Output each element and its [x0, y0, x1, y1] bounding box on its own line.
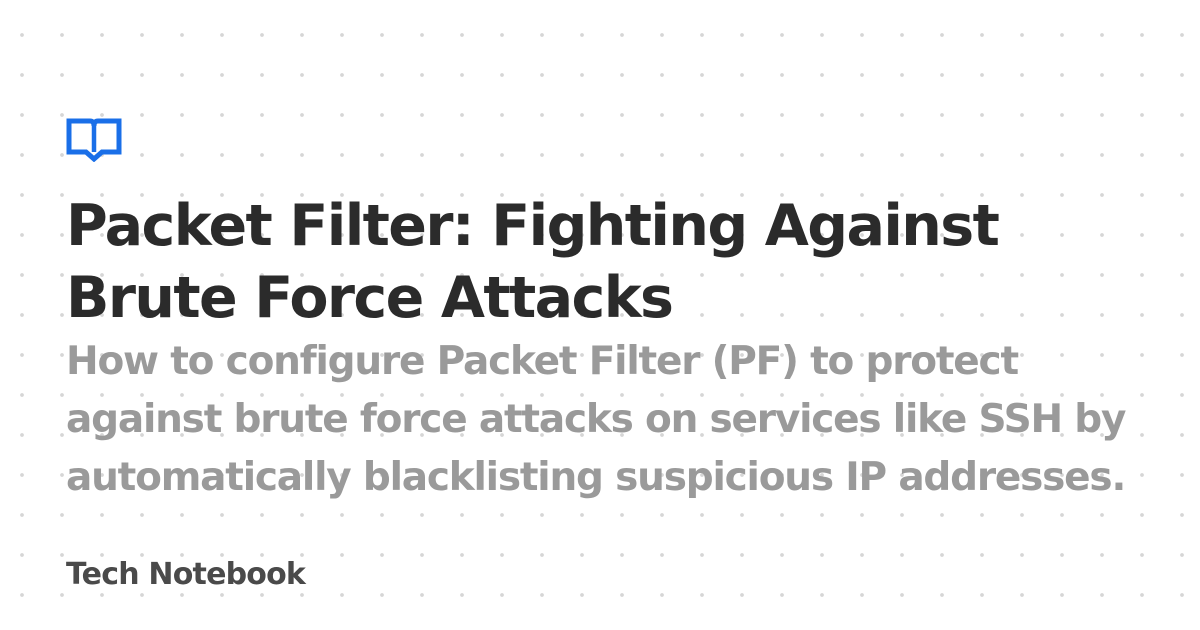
post-title: Packet Filter: Fighting Against Brute Fo… — [66, 193, 1000, 331]
site-name: Tech Notebook — [66, 557, 306, 592]
open-book-icon — [66, 118, 122, 162]
share-card: Packet Filter: Fighting Against Brute Fo… — [66, 118, 1176, 500]
post-description: How to configure Packet Filter (PF) to p… — [66, 339, 1126, 500]
